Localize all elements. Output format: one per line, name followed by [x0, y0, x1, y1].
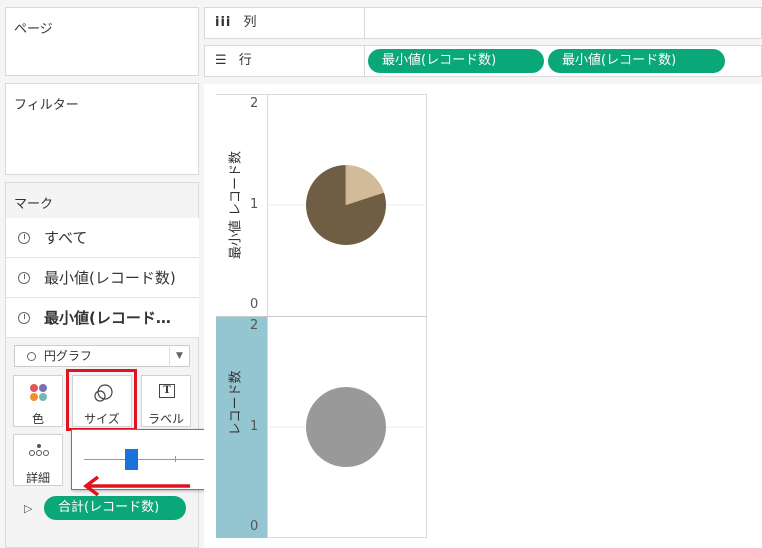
mark-type-label: 円グラフ: [43, 349, 92, 363]
columns-shelf-header: iii 列: [205, 8, 365, 38]
rows-pill-2-label: 最小値(レコード数): [562, 53, 677, 68]
marks-min-1[interactable]: 最小値(レコード数): [6, 258, 199, 298]
rows-label: 行: [238, 53, 252, 68]
marks-min-1-label: 最小値(レコード数): [44, 269, 176, 287]
filters-panel: フィルター: [5, 83, 199, 175]
text-t-icon: T: [159, 384, 175, 398]
label-card-label: ラベル: [147, 412, 184, 426]
marks-all-label: すべて: [44, 229, 88, 247]
y-tick-top-1: 1: [250, 197, 259, 212]
marks-min-2-label: 最小値(レコード…: [44, 309, 171, 327]
rows-pill-1[interactable]: 最小値(レコード数): [368, 49, 544, 73]
marks-field-pill-label: 合計(レコード数): [58, 500, 160, 515]
pages-title: ページ: [14, 22, 53, 37]
y-tick-bottom-1: 1: [250, 419, 259, 434]
pie-mark-icon: [18, 271, 30, 284]
color-card[interactable]: 色: [13, 375, 63, 427]
y-axis-label-bottom: レコード数: [228, 370, 244, 436]
color-icon: [30, 384, 47, 401]
marks-all[interactable]: すべて: [6, 218, 199, 258]
y-tick-bottom-2: 2: [250, 318, 259, 333]
color-card-label: 色: [31, 412, 44, 426]
mark-type-dropdown[interactable]: 円グラフ ▼: [14, 345, 190, 367]
rows-shelf-header: ☰ 行: [205, 46, 365, 76]
columns-label: 列: [243, 15, 257, 30]
size-slider-tick: [175, 456, 176, 462]
columns-shelf: iii 列: [204, 7, 762, 39]
rows-pill-1-label: 最小値(レコード数): [382, 53, 497, 68]
marks-min-2[interactable]: 最小値(レコード…: [6, 298, 199, 338]
tableau-workspace: ページ フィルター マーク すべて 最小値(レコード数) 最小値(レコード… 円…: [0, 0, 762, 548]
pie-mark-icon: [18, 231, 30, 244]
marks-title: マーク: [14, 197, 54, 212]
chevron-down-icon: ▼: [169, 346, 189, 366]
columns-icon: iii: [215, 15, 232, 30]
size-slider-handle[interactable]: [125, 449, 138, 470]
size-card-highlight: [66, 369, 137, 431]
rows-pill-2[interactable]: 最小値(レコード数): [548, 49, 725, 73]
y-tick-bottom-0: 0: [250, 519, 259, 534]
y-axis-label-top: 最小値 レコード数: [228, 150, 244, 260]
marks-field-pill[interactable]: 合計(レコード数): [44, 496, 186, 520]
y-tick-top-0: 0: [250, 297, 259, 312]
y-tick-top-2: 2: [250, 96, 259, 111]
detail-icon: [29, 444, 49, 456]
label-card[interactable]: T ラベル: [141, 375, 191, 427]
play-triangle-icon: ▷: [24, 502, 33, 515]
detail-card-label: 詳細: [25, 471, 50, 485]
pages-panel: ページ: [5, 7, 199, 76]
detail-card[interactable]: 詳細: [13, 434, 63, 486]
chart-svg: [267, 165, 427, 467]
rows-icon: ☰: [215, 53, 227, 68]
annotation-arrow: [83, 475, 190, 497]
pie-mark-icon: [18, 311, 30, 324]
pie-mark-icon: [27, 352, 36, 361]
circle-mark[interactable]: [306, 387, 386, 467]
filters-title: フィルター: [14, 98, 79, 113]
